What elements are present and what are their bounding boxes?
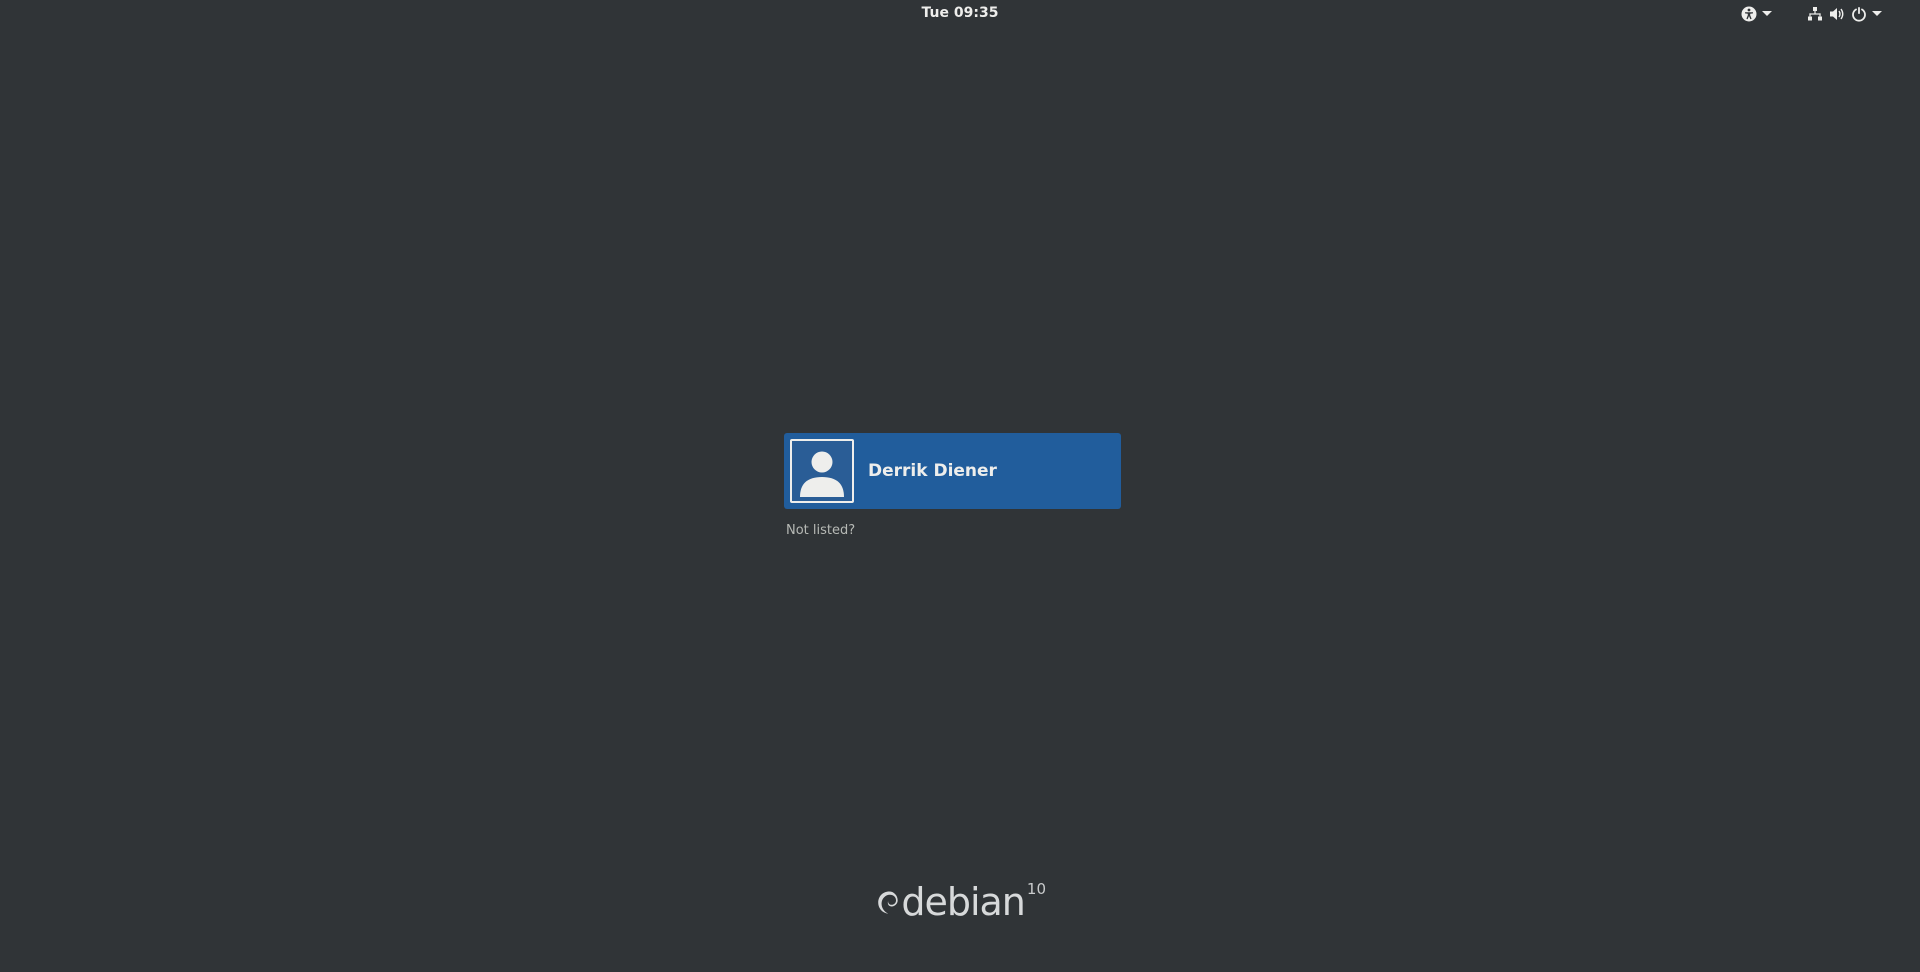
clock: Tue 09:35 xyxy=(0,5,1920,21)
user-avatar-icon xyxy=(800,451,844,497)
login-screen: Tue 09:35 Derrik Diener Not listed? debi… xyxy=(0,0,1920,972)
debian-swirl-icon xyxy=(878,891,898,914)
power-icon xyxy=(1848,0,1870,27)
volume-icon xyxy=(1826,0,1848,27)
user-name: Derrik Diener xyxy=(868,461,997,481)
avatar xyxy=(790,439,854,503)
accessibility-icon xyxy=(1738,0,1760,27)
user-item[interactable]: Derrik Diener xyxy=(784,433,1121,509)
top-bar: Tue 09:35 xyxy=(0,0,1920,27)
debian-logo: debian 10 xyxy=(876,872,1046,932)
chevron-down-icon xyxy=(1870,0,1884,27)
debian-version: 10 xyxy=(1026,880,1046,898)
clock-label[interactable]: Tue 09:35 xyxy=(914,3,1007,23)
debian-wordmark: debian xyxy=(901,880,1026,924)
not-listed-button[interactable]: Not listed? xyxy=(786,523,855,538)
network-icon xyxy=(1804,0,1826,27)
user-list: Derrik Diener Not listed? xyxy=(784,433,1121,538)
chevron-down-icon xyxy=(1760,0,1774,27)
accessibility-menu[interactable] xyxy=(1738,0,1774,27)
system-menu[interactable] xyxy=(1804,0,1884,27)
